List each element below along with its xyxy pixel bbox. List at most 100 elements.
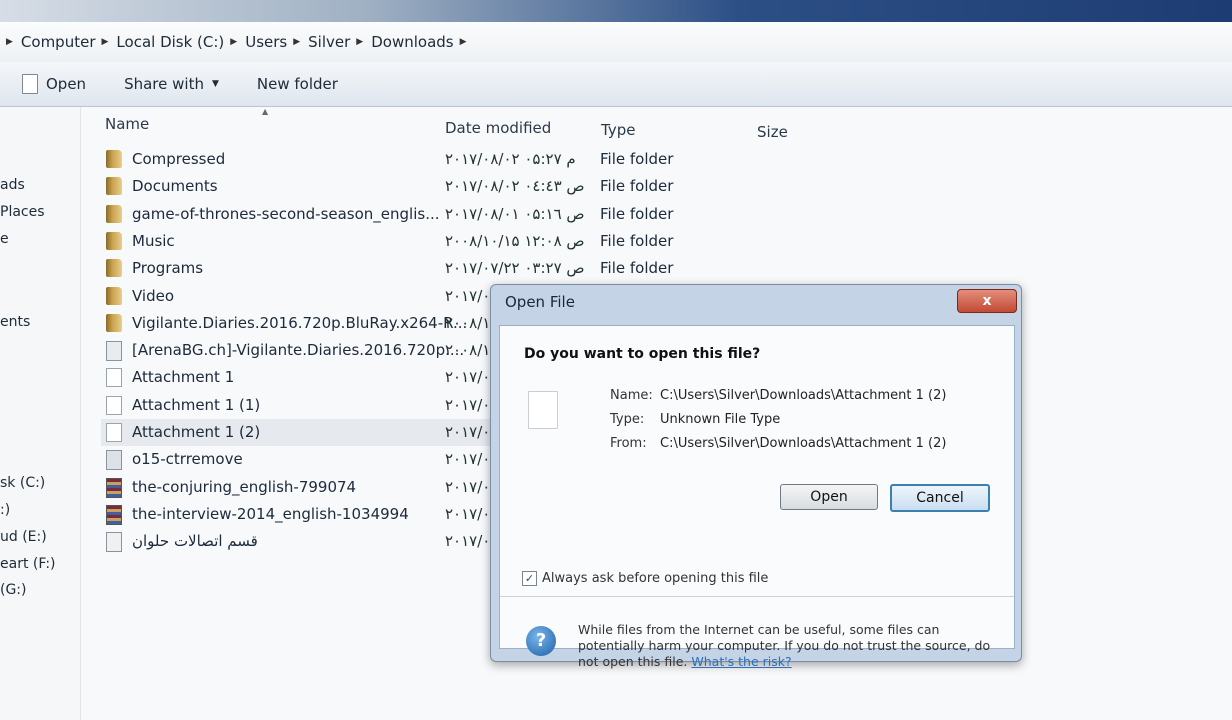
divider [500,596,1014,597]
folder-icon [106,313,122,332]
name-label: Name: [610,388,653,403]
file-date: ۲۰۱۷/۰۸/۰۲ ص ۰٤:٤٣ [445,177,585,196]
file-name: Documents [132,177,218,196]
folder-icon [106,259,122,278]
breadcrumb-item[interactable]: Computer [21,33,96,51]
file-name: Video [132,286,175,305]
file-name: [ArenaBG.ch]-Vigilante.Diaries.2016.720p… [132,341,465,360]
file-name: Attachment 1 (1) [132,395,261,414]
file-name: Vigilante.Diaries.2016.720p.BluRay.x264-… [132,313,468,332]
rar-icon [106,504,122,525]
file-type: File folder [600,231,674,250]
checkbox-label: Always ask before opening this file [542,571,769,586]
file-name: game-of-thrones-second-season_englis... [132,204,440,223]
file-type: File folder [600,150,674,168]
file-row[interactable]: Attachment 1 (2) ۲۰۱۷/۰ [101,419,501,446]
file-row[interactable]: Compressed ۲۰۱۷/۰۸/۰۲ م ۰۵:۲۷ File folder [101,146,1201,173]
open-button-label: Open [46,75,87,93]
doc-icon [106,532,122,553]
nav-item[interactable]: sk (C:) [0,475,45,491]
open-file-button[interactable]: Open [780,484,878,510]
file-name: Attachment 1 [132,368,235,387]
share-with-button[interactable]: Share with ▼ [124,75,219,93]
file-name: Compressed [132,150,226,168]
file-row[interactable]: Music ۲۰۰۸/۱۰/۱۵ ص ۱۲:۰۸ File folder [101,228,1201,255]
file-icon [106,368,122,388]
file-date: ۲۰۱۷/۰ [445,450,491,469]
open-button[interactable]: Open [22,74,86,94]
file-name: قسم اتصالات حلوان [132,532,258,551]
address-bar[interactable]: ▶ Computer ▶ Local Disk (C:) ▶ Users ▶ S… [0,22,1232,63]
breadcrumb-arrow-icon[interactable]: ▶ [6,37,13,47]
chevron-down-icon: ▼ [211,79,219,89]
file-name: o15-ctrremove [132,450,243,469]
help-shield-icon: ? [526,626,556,656]
nav-item[interactable]: Places [0,204,45,220]
file-row[interactable]: Programs ۲۰۱۷/۰۷/۲۲ ص ۰۳:۲۷ File folder [101,255,1201,282]
file-type: File folder [600,177,674,196]
name-value: C:\Users\Silver\Downloads\Attachment 1 (… [660,388,947,403]
file-date: ۲۰۰۸/۱۰/۱۵ ص ۱۲:۰۸ [445,231,585,250]
whats-the-risk-link[interactable]: What's the risk? [691,654,791,669]
type-value: Unknown File Type [660,412,781,427]
column-header-name[interactable]: Name [105,115,149,133]
nav-item[interactable]: ents [0,314,30,330]
file-name: Attachment 1 (2) [132,423,261,441]
file-row[interactable]: game-of-thrones-second-season_englis... ۲… [101,201,1201,228]
breadcrumb-item[interactable]: Users [245,33,287,51]
file-type: File folder [600,204,674,223]
checkbox[interactable]: ✓ [522,571,537,586]
nav-item[interactable]: ads [0,177,25,193]
file-date: ۲۰۱۷/۰۷/۲۲ ص ۰۳:۲۷ [445,259,585,278]
nav-item[interactable]: ud (E:) [0,529,47,545]
breadcrumb-item[interactable]: Downloads [371,33,453,51]
file-date: ۲۰۱۷/۰ [445,286,491,305]
breadcrumb-arrow-icon[interactable]: ▶ [230,37,237,47]
file-icon [106,395,122,415]
command-toolbar: Open Share with ▼ New folder [0,62,1232,107]
file-date: ۲۰۰۸/۱ [445,341,491,360]
file-icon [106,423,122,442]
file-row[interactable]: Documents ۲۰۱۷/۰۸/۰۲ ص ۰٤:٤٣ File folder [101,173,1201,200]
always-ask-option[interactable]: ✓ Always ask before opening this file [522,571,768,586]
file-date: ۲۰۰۸/۱ [445,313,491,332]
dialog-body: Do you want to open this file? Name: C:\… [499,325,1015,669]
nav-item[interactable]: eart (F:) [0,556,56,572]
from-value: C:\Users\Silver\Downloads\Attachment 1 (… [660,436,947,451]
open-file-dialog: Open File x Do you want to open this fil… [490,284,1022,669]
file-date: ۲۰۱۷/۰ [445,368,491,387]
sort-up-icon: ▲ [262,107,269,116]
nav-item[interactable]: e [0,231,9,247]
dialog-question: Do you want to open this file? [524,346,761,362]
file-date: ۲۰۱۷/۰ [445,504,491,523]
folder-icon [106,204,122,223]
column-header-size[interactable]: Size [757,123,788,141]
dialog-title: Open File [505,293,575,311]
breadcrumb-arrow-icon[interactable]: ▶ [102,37,109,47]
column-header-type[interactable]: Type [601,121,635,139]
type-label: Type: [610,412,645,427]
exe-icon [106,450,122,471]
breadcrumb-arrow-icon[interactable]: ▶ [293,37,300,47]
file-date: ۲۰۱۷/۰۸/۰۱ ص ۰۵:۱٦ [445,204,585,223]
window-titlebar [0,0,1232,22]
breadcrumb-arrow-icon[interactable]: ▶ [356,37,363,47]
nav-item[interactable]: (G:) [0,582,27,598]
folder-icon [106,177,122,196]
file-icon [528,391,558,429]
folder-icon [106,150,122,168]
breadcrumb-item[interactable]: Local Disk (C:) [116,33,224,51]
new-folder-label: New folder [256,75,338,93]
file-name: the-interview-2014_english-1034994 [132,504,409,523]
close-button[interactable]: x [957,289,1017,313]
file-date: ۲۰۱۷/۰ [445,423,491,441]
cancel-button[interactable]: Cancel [890,484,990,512]
column-header-date[interactable]: Date modified [445,119,551,137]
nav-item[interactable]: :) [0,502,10,518]
breadcrumb-arrow-icon[interactable]: ▶ [460,37,467,47]
new-folder-button[interactable]: New folder [257,75,338,93]
rar-icon [106,477,122,498]
breadcrumb-item[interactable]: Silver [308,33,350,51]
file-date: ۲۰۱۷/۰ [445,532,491,551]
from-label: From: [610,436,647,451]
